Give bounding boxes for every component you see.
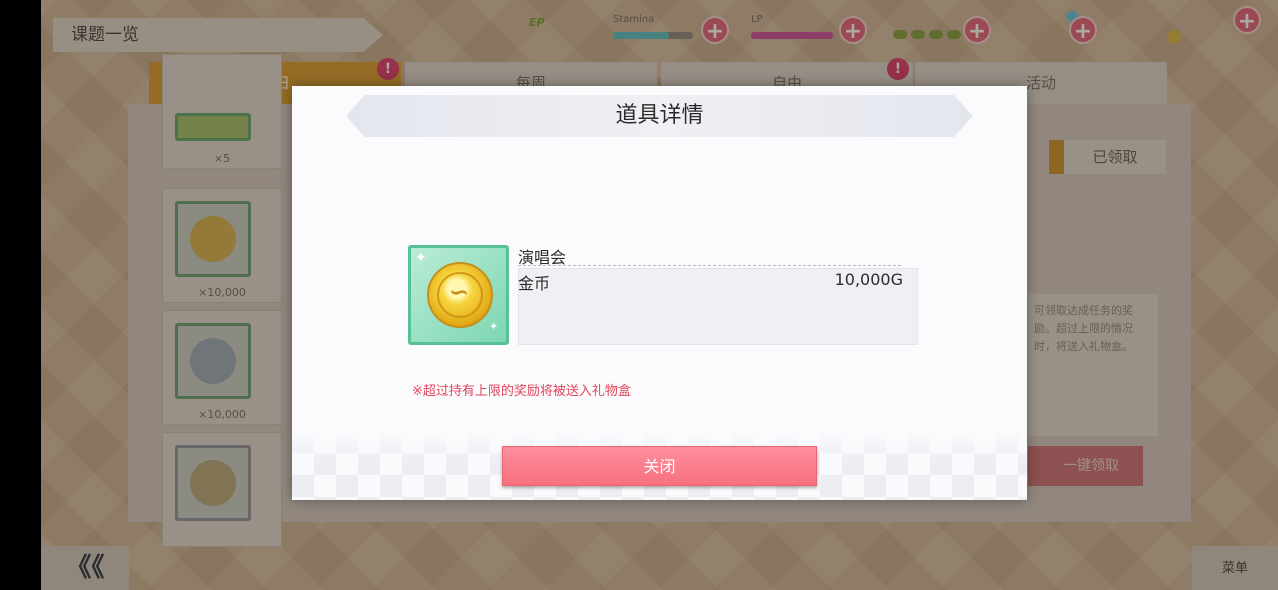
close-button[interactable]: 关闭 <box>502 446 817 486</box>
overflow-warning: ※超过持有上限的奖励将被送入礼物盒 <box>412 384 631 399</box>
sparkle-icon: ✦ <box>489 320 499 333</box>
left-black-bar <box>0 0 41 590</box>
coin-image: ∽ <box>427 262 493 328</box>
gold-coin-icon: ✦ ✦ ∽ <box>408 245 509 345</box>
item-detail-dialog: 道具详情 ✦ ✦ ∽ 演唱会 金币 10,000G ※超过持有上限的奖励将被送入… <box>292 86 1027 500</box>
divider <box>518 265 901 266</box>
item-name: 金币 <box>518 274 551 293</box>
dialog-title: 道具详情 <box>615 103 704 128</box>
sparkle-icon: ✦ <box>415 250 427 266</box>
item-amount: 10,000G <box>834 270 903 289</box>
coin-emblem-icon: ∽ <box>449 278 470 306</box>
